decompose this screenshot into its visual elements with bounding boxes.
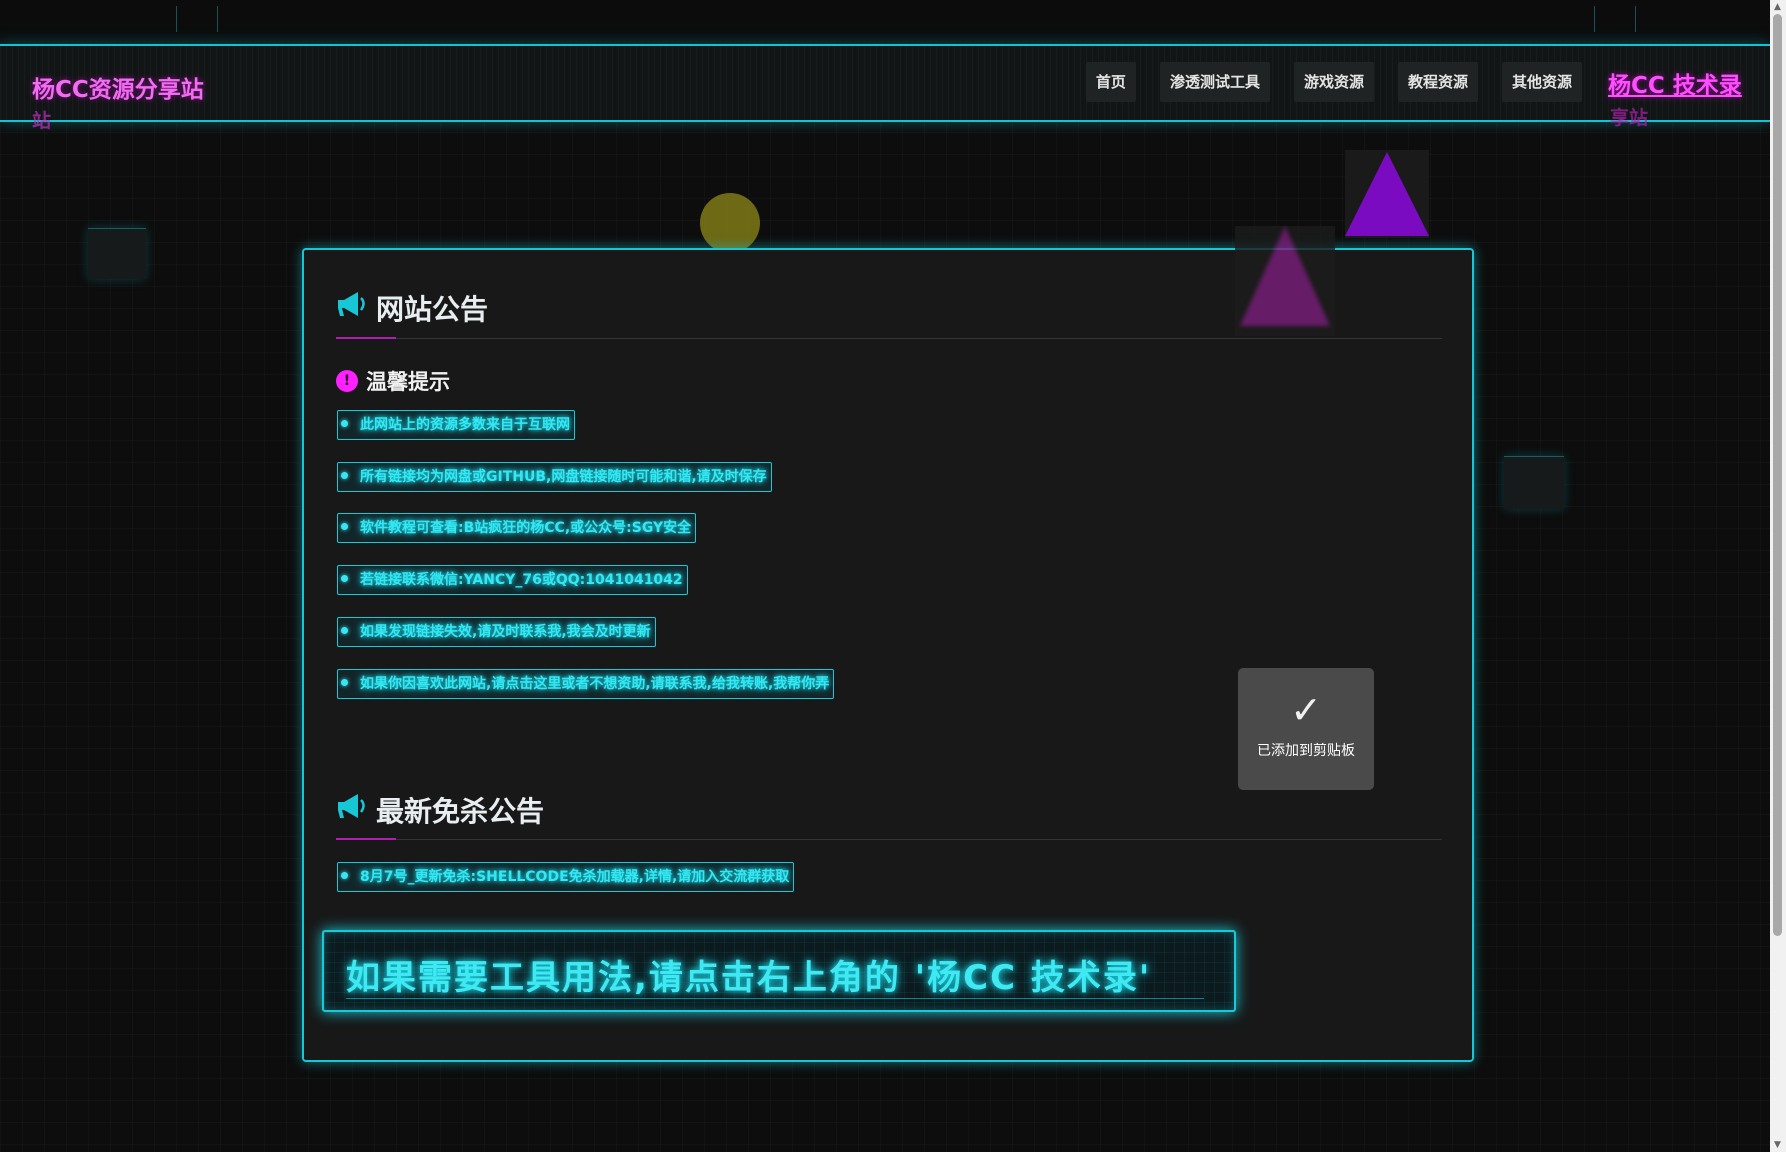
decor-tick [1594, 6, 1636, 32]
tip-heading-text: 温馨提示 [366, 370, 450, 394]
notice-item: 所有链接均为网盘或GITHUB,网盘链接随时可能和谐,请及时保存 [337, 462, 772, 492]
clipboard-toast: ✓ 已添加到剪贴板 [1238, 668, 1374, 790]
section-divider [336, 838, 1442, 840]
nav-menu: 首页 渗透测试工具 游戏资源 教程资源 其他资源 [1085, 62, 1582, 102]
scroll-down-arrow-icon[interactable]: ▼ [1774, 1140, 1781, 1150]
notice-item: 此网站上的资源多数来自于互联网 [337, 410, 575, 440]
decor-square [88, 228, 146, 279]
announcement-title: 网站公告 [336, 288, 488, 328]
navbar: 杨CC资源分享站 站 首页 渗透测试工具 游戏资源 教程资源 其他资源 杨CC … [0, 44, 1770, 132]
info-icon: ! [336, 370, 358, 392]
nav-item-home[interactable]: 首页 [1085, 62, 1136, 102]
scroll-up-arrow-icon[interactable]: ▲ [1774, 2, 1781, 12]
nav-item-other-resources[interactable]: 其他资源 [1501, 62, 1582, 102]
toast-message: 已添加到剪贴板 [1257, 743, 1355, 759]
announcement-panel: 网站公告 ! 温馨提示 此网站上的资源多数来自于互联网 所有链接均为网盘或GIT… [302, 248, 1474, 1062]
scrollbar-thumb[interactable] [1773, 14, 1782, 936]
decor-triangle [1235, 226, 1335, 336]
av-update-title-text: 最新免杀公告 [376, 795, 545, 828]
nav-tech-link[interactable]: 杨CC 技术录 [1608, 66, 1742, 100]
notice-item: 若链接联系微信:YANCY_76或QQ:1041041042 [337, 565, 688, 595]
decor-square [1504, 456, 1564, 509]
decor-circle [700, 193, 760, 253]
nav-item-tutorials[interactable]: 教程资源 [1397, 62, 1478, 102]
brand-ghost-text: 站 [32, 110, 52, 132]
banner-text[interactable]: 如果需要工具用法,请点击右上角的 '杨CC 技术录' [346, 950, 1151, 999]
megaphone-icon [336, 290, 368, 327]
av-notice-item[interactable]: 8月7号_更新免杀:SHELLCODE免杀加载器,详情,请加入交流群获取 [337, 862, 795, 892]
notice-item: 如果发现链接失效,请及时联系我,我会及时更新 [337, 617, 656, 647]
decor-triangle [1345, 150, 1429, 238]
nav-tech-ghost-text: 享站 [1610, 107, 1649, 129]
scrollbar[interactable]: ▲ ▼ [1770, 0, 1786, 1152]
brand-logo[interactable]: 杨CC资源分享站 [32, 70, 204, 104]
announcement-title-text: 网站公告 [376, 293, 489, 326]
check-icon: ✓ [1290, 688, 1322, 732]
decor-tick [176, 6, 218, 32]
tip-heading: ! 温馨提示 [336, 366, 450, 396]
banner-underline [346, 998, 1204, 999]
nav-item-pentest-tools[interactable]: 渗透测试工具 [1159, 62, 1270, 102]
av-update-title: 最新免杀公告 [336, 790, 544, 830]
megaphone-icon [336, 792, 368, 829]
section-divider [336, 337, 1442, 339]
top-strip [0, 0, 1770, 44]
notice-item-donate[interactable]: 如果你因喜欢此网站,请点击这里或者不想资助,请联系我,给我转账,我帮你弄 [337, 669, 835, 699]
notice-item: 软件教程可查看:B站疯狂的杨CC,或公众号:SGY安全 [337, 513, 697, 543]
nav-item-game-resources[interactable]: 游戏资源 [1293, 62, 1374, 102]
tool-usage-banner[interactable]: 如果需要工具用法,请点击右上角的 '杨CC 技术录' [322, 930, 1236, 1012]
